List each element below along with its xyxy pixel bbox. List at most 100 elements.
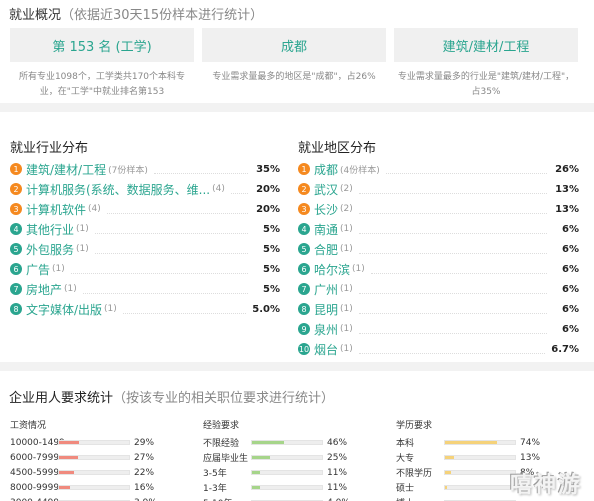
sample-count: (1) (76, 224, 89, 234)
requirement-row: 3000-4499 3.9% (10, 495, 203, 501)
requirement-label: 不限学历 (396, 469, 433, 479)
rank-badge: 8 (298, 303, 310, 315)
requirements-section: 企业用人要求统计（按该专业的相关职位要求进行统计） 工资情况 10000-1499… (0, 371, 594, 501)
percentage: 20% (256, 183, 280, 195)
list-item[interactable]: 4 南通 (1) 6% (298, 219, 579, 239)
item-name-link[interactable]: 计算机服务(系统、数据服务、维... (26, 181, 210, 198)
list-item[interactable]: 7 广州 (1) 6% (298, 279, 579, 299)
list-item[interactable]: 2 计算机服务(系统、数据服务、维... (4) 20% (10, 179, 280, 199)
region-list: 1 成都 (4份样本) 26% 2 武汉 (2) 13% 3 长沙 (2) 13% 4 南通 (1) 6% 5 合… (298, 159, 579, 359)
progress-bar (251, 485, 323, 490)
top-region-card: 成都 (202, 28, 386, 62)
requirement-row: 5-10年 4.0% (203, 495, 396, 501)
list-item[interactable]: 5 外包服务 (1) 5% (10, 239, 280, 259)
requirement-group-title: 工资情况 (10, 421, 47, 431)
requirement-label: 10000-1499 (10, 437, 65, 448)
requirement-row: 3-5年 11% (203, 465, 396, 480)
dotted-leader (106, 204, 248, 214)
item-name-link[interactable]: 南通 (314, 221, 338, 238)
list-item[interactable]: 8 文字媒体/出版 (1) 5.0% (10, 299, 280, 319)
rank-badge: 1 (298, 163, 310, 175)
dotted-leader (358, 184, 547, 194)
list-item[interactable]: 5 合肥 (1) 6% (298, 239, 579, 259)
overview-cards: 第 153 名 (工学) 成都 建筑/建材/工程 (0, 26, 594, 62)
list-item[interactable]: 3 计算机软件 (4) 20% (10, 199, 280, 219)
sample-count: (1) (64, 284, 77, 294)
requirement-row: 本科 74% (396, 435, 589, 450)
percentage: 6% (562, 323, 579, 335)
progress-bar-fill (445, 441, 497, 444)
progress-bar-fill (252, 486, 260, 489)
item-name-link[interactable]: 外包服务 (26, 241, 74, 258)
rank-badge: 6 (298, 263, 310, 275)
list-item[interactable]: 8 昆明 (1) 6% (298, 299, 579, 319)
watermark-logo: 嘻神游 (509, 473, 582, 498)
progress-bar-fill (445, 486, 448, 489)
sample-count: (1) (104, 304, 117, 314)
progress-bar (444, 485, 516, 490)
list-item[interactable]: 9 泉州 (1) 6% (298, 319, 579, 339)
requirement-label: 博士 (396, 496, 442, 501)
region-distribution: 就业地区分布 1 成都 (4份样本) 26% 2 武汉 (2) 13% 3 长沙 (2) 13% 4 南通… (298, 137, 579, 362)
sample-count: (1) (340, 304, 353, 314)
item-name-link[interactable]: 广州 (314, 281, 338, 298)
rank-badge: 5 (10, 243, 22, 255)
requirement-label: 4500-5999 (10, 467, 60, 478)
rank-badge: 9 (298, 323, 310, 335)
percentage: 5% (263, 223, 280, 235)
industry-distribution: 就业行业分布 1 建筑/建材/工程 (7份样本) 35% 2 计算机服务(系统、数据服务、… (10, 137, 280, 362)
list-item[interactable]: 4 其他行业 (1) 5% (10, 219, 280, 239)
item-name-link[interactable]: 长沙 (314, 201, 338, 218)
requirement-row: 8000-9999 16% (10, 480, 203, 495)
sample-count: (4) (212, 184, 225, 194)
requirement-row: 大专 13% (396, 450, 589, 465)
item-name-link[interactable]: 广告 (26, 261, 50, 278)
percentage: 26% (555, 163, 579, 175)
dotted-leader (94, 244, 248, 254)
dotted-leader (122, 304, 247, 314)
requirement-row: 10000-1499 29% (10, 435, 203, 450)
overview-header: 就业概况（依据近30天15份样本进行统计） (0, 0, 594, 26)
sample-count: (1) (352, 264, 365, 274)
list-item[interactable]: 1 成都 (4份样本) 26% (298, 159, 579, 179)
requirement-percentage: 4.0% (327, 498, 350, 501)
percentage: 5% (263, 283, 280, 295)
list-item[interactable]: 1 建筑/建材/工程 (7份样本) 35% (10, 159, 280, 179)
top-industry-desc: 专业需求量最多的行业是"建筑/建材/工程"，占35% (397, 72, 575, 97)
item-name-link[interactable]: 其他行业 (26, 221, 74, 238)
progress-bar (444, 470, 516, 475)
requirement-percentage: 16% (134, 482, 155, 493)
progress-bar-fill (252, 456, 270, 459)
item-name-link[interactable]: 成都 (314, 161, 338, 178)
item-name-link[interactable]: 建筑/建材/工程 (26, 161, 106, 178)
progress-bar-fill (252, 471, 260, 474)
list-item[interactable]: 6 哈尔滨 (1) 6% (298, 259, 579, 279)
requirement-percentage: 13% (520, 452, 541, 463)
list-item[interactable]: 2 武汉 (2) 13% (298, 179, 579, 199)
item-name-link[interactable]: 武汉 (314, 181, 338, 198)
percentage: 6% (562, 263, 579, 275)
item-name-link[interactable]: 合肥 (314, 241, 338, 258)
requirement-group: 经验要求不限经验 46% 应届毕业生 25% 3-5年 11% 1-3年 11% 5-10年 4.… (203, 418, 396, 501)
section-divider (0, 103, 594, 112)
dotted-leader (358, 284, 547, 294)
sample-count: (1) (340, 244, 353, 254)
item-name-link[interactable]: 昆明 (314, 301, 338, 318)
list-item[interactable]: 7 房地产 (1) 5% (10, 279, 280, 299)
item-name-link[interactable]: 计算机软件 (26, 201, 86, 218)
item-name-link[interactable]: 泉州 (314, 321, 338, 338)
item-name-link[interactable]: 烟台 (314, 341, 338, 358)
dotted-leader (358, 244, 547, 254)
list-item[interactable]: 6 广告 (1) 5% (10, 259, 280, 279)
region-title: 就业地区分布 (298, 141, 377, 156)
percentage: 20% (256, 203, 280, 215)
item-name-link[interactable]: 房地产 (26, 281, 62, 298)
rank-badge: 10 (298, 343, 310, 355)
sample-count: (1) (52, 264, 65, 274)
percentage: 6.7% (551, 343, 579, 355)
item-name-link[interactable]: 文字媒体/出版 (26, 301, 102, 318)
list-item[interactable]: 10 烟台 (1) 6.7% (298, 339, 579, 359)
rank-badge: 8 (10, 303, 22, 315)
list-item[interactable]: 3 长沙 (2) 13% (298, 199, 579, 219)
item-name-link[interactable]: 哈尔滨 (314, 261, 350, 278)
